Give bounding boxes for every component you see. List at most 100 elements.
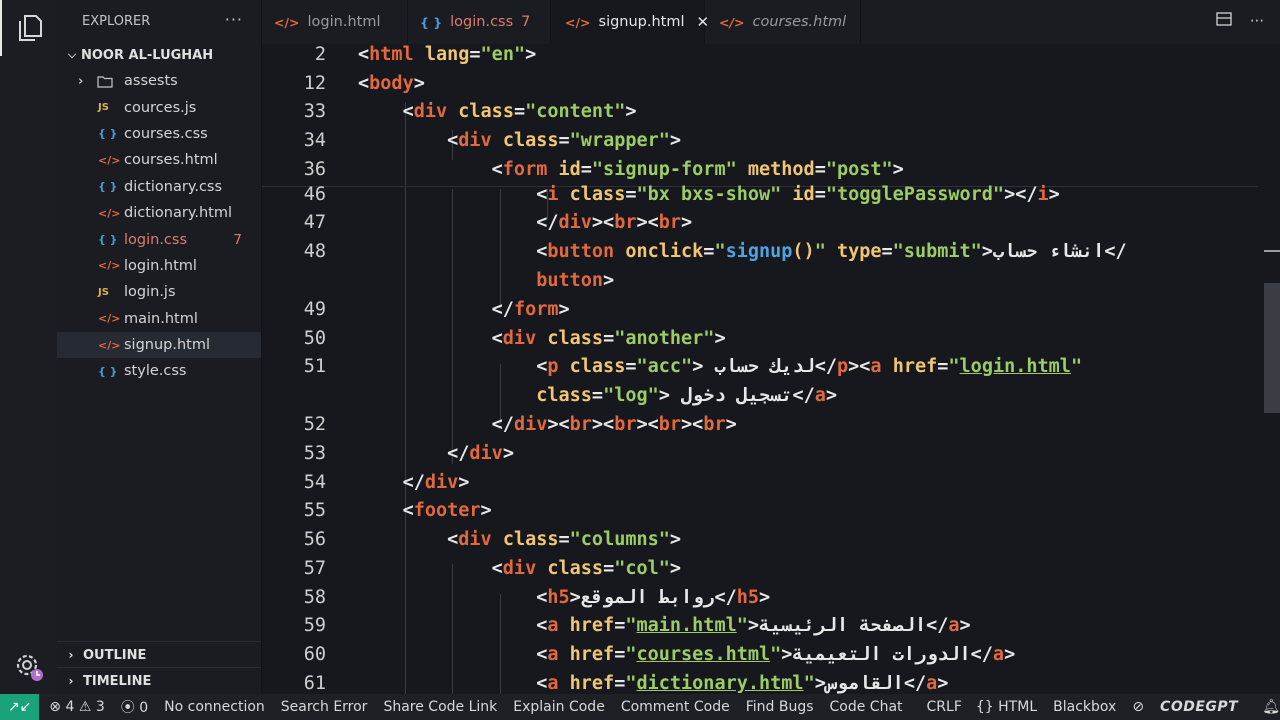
settings-gear-icon[interactable] xyxy=(12,650,46,684)
css-file-icon: { } xyxy=(98,127,118,141)
warning-icon: ⚠ xyxy=(78,699,92,715)
html-file-icon: </> xyxy=(98,206,121,220)
line-number: 50 xyxy=(303,328,326,349)
file-signup-html[interactable]: </> signup.html xyxy=(57,331,261,359)
timeline-section[interactable]: › TIMELINE xyxy=(57,667,261,694)
tab-label: courses.html xyxy=(752,14,847,30)
tab-label: login.css xyxy=(450,14,514,30)
file-courses-html[interactable]: </> courses.html xyxy=(57,147,261,173)
file-label: courses.html xyxy=(124,152,218,169)
share-code-link-button[interactable]: Share Code Link xyxy=(383,699,497,715)
split-editor-icon[interactable] xyxy=(1215,12,1232,30)
explain-code-button[interactable]: Explain Code xyxy=(513,699,605,715)
html-file-icon: </> xyxy=(98,312,121,326)
css-file-icon: { } xyxy=(420,14,443,30)
folder-icon: › xyxy=(78,74,124,89)
line-number: 57 xyxy=(303,558,326,579)
file-label: login.html xyxy=(124,257,197,274)
line-number: 53 xyxy=(303,443,326,464)
line-number: 47 xyxy=(303,212,326,233)
tab-label: signup.html xyxy=(598,14,685,30)
explorer-icon[interactable] xyxy=(0,0,57,56)
find-bugs-button[interactable]: Find Bugs xyxy=(746,699,814,715)
css-file-icon: { } xyxy=(98,233,118,247)
codegpt-button[interactable]: CODEGPT xyxy=(1160,699,1238,715)
html-file-icon: </> xyxy=(98,153,121,167)
tab-signup-html[interactable]: </> signup.html ✕ xyxy=(551,0,709,44)
file-cources-js[interactable]: JS cources.js xyxy=(57,94,261,120)
code-editor[interactable]: 2 <html lang="en"> 12 <body> 33 <div class… xyxy=(262,44,1280,694)
file-login-js[interactable]: JS login.js xyxy=(57,279,261,305)
line-number: 49 xyxy=(303,299,326,320)
file-dictionary-html[interactable]: </> dictionary.html xyxy=(57,200,261,226)
tab-courses-html[interactable]: </> courses.html xyxy=(705,0,861,44)
line-number: 59 xyxy=(303,615,326,636)
project-name: NOOR AL-LUGHAH xyxy=(81,47,214,63)
connection-status[interactable]: No connection xyxy=(164,699,265,715)
line-number: 58 xyxy=(303,587,326,608)
language-label: HTML xyxy=(998,699,1038,715)
code-chat-button[interactable]: Code Chat xyxy=(830,699,903,715)
js-file-icon: JS xyxy=(98,102,109,114)
broadcast-icon: ⦿ xyxy=(120,700,135,716)
line-number: 61 xyxy=(303,673,326,694)
tab-problem-badge: 7 xyxy=(521,14,531,30)
notifications-bell-icon[interactable]: 🔔︎ xyxy=(1262,699,1280,715)
remote-icon[interactable]: ↗↙ xyxy=(0,694,40,720)
more-actions-icon[interactable]: ··· xyxy=(225,10,243,29)
editor-scrollbar[interactable] xyxy=(1262,44,1280,694)
line-number: 52 xyxy=(303,414,326,435)
more-actions-icon[interactable]: ··· xyxy=(1250,12,1264,30)
file-dictionary-css[interactable]: { } dictionary.css xyxy=(57,174,261,200)
comment-code-button[interactable]: Comment Code xyxy=(621,699,730,715)
language-mode[interactable]: {} HTML xyxy=(976,699,1037,715)
html-file-icon: </> xyxy=(565,14,591,30)
scroll-marker xyxy=(1264,250,1280,252)
file-label: login.css xyxy=(124,231,188,248)
scroll-thumb[interactable] xyxy=(1264,283,1280,413)
tab-login-html[interactable]: </> login.html xyxy=(262,0,408,44)
file-login-html[interactable]: </> login.html xyxy=(57,253,261,279)
file-label: login.js xyxy=(124,284,176,301)
file-style-css[interactable]: { } style.css xyxy=(57,358,261,384)
explorer-header: EXPLORER ··· xyxy=(57,0,261,42)
file-courses-css[interactable]: { } courses.css xyxy=(57,121,261,147)
copilot-off-icon[interactable]: ⊘ xyxy=(1132,699,1144,715)
line-number: 60 xyxy=(303,644,326,665)
chevron-down-icon: ⌵ xyxy=(67,48,77,61)
ports-indicator[interactable]: ⦿ 0 xyxy=(121,697,148,717)
blackbox-button[interactable]: Blackbox xyxy=(1053,699,1116,715)
file-label: dictionary.css xyxy=(124,178,223,195)
tab-actions: ··· xyxy=(1215,12,1264,30)
file-label: assests xyxy=(124,73,178,90)
file-label: main.html xyxy=(124,310,198,327)
chevron-right-icon: › xyxy=(68,674,74,688)
tab-login-css[interactable]: { } login.css 7 xyxy=(408,0,551,44)
line-number: 46 xyxy=(303,184,326,205)
problems-indicator[interactable]: ⊗ 4 ⚠ 3 xyxy=(49,699,105,715)
html-file-icon: </> xyxy=(719,14,745,30)
file-tree: › assests JS cources.js{ } courses.css </> cou… xyxy=(57,68,261,385)
outline-section[interactable]: › OUTLINE xyxy=(57,641,261,668)
ports-count: 0 xyxy=(139,700,149,716)
file-login-css[interactable]: { } login.css 7 xyxy=(57,226,261,252)
error-count: 4 xyxy=(65,699,75,715)
file-label: cources.js xyxy=(124,99,197,116)
html-file-icon: </> xyxy=(274,14,300,30)
project-folder[interactable]: ⌵ NOOR AL-LUGHAH xyxy=(57,42,261,68)
line-ending-selector[interactable]: CRLF xyxy=(927,699,962,715)
search-error-button[interactable]: Search Error xyxy=(281,699,368,715)
line-number: 33 xyxy=(303,101,326,122)
line-number: 54 xyxy=(303,472,326,493)
html-file-icon: </> xyxy=(98,259,121,273)
problem-badge: 7 xyxy=(233,231,242,248)
line-number: 51 xyxy=(303,356,326,377)
line-number: 36 xyxy=(303,159,326,180)
line-number: 56 xyxy=(303,529,326,550)
line-number: 12 xyxy=(303,73,326,94)
file-assests[interactable]: › assests xyxy=(57,68,261,94)
timeline-label: TIMELINE xyxy=(83,673,152,689)
file-main-html[interactable]: </> main.html xyxy=(57,306,261,332)
line-number: 34 xyxy=(303,130,326,151)
file-label: dictionary.html xyxy=(124,205,232,222)
